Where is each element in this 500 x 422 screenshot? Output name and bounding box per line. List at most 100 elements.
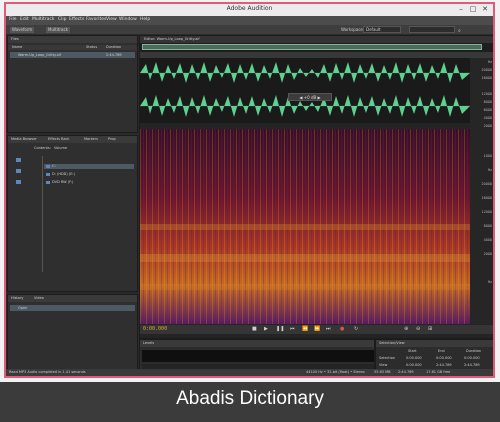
go-to-end-button[interactable]: ⏭ <box>326 326 331 332</box>
selection-end[interactable]: 0:00.000 <box>436 356 452 360</box>
view-end[interactable]: 2:44.789 <box>436 363 452 367</box>
status-duration: 2:44.789 <box>398 370 414 374</box>
multitrack-view-button[interactable]: Multitrack <box>46 27 70 33</box>
column-duration[interactable]: Duration <box>106 45 121 49</box>
media-browser-panel: Media Browser Effects Rack Markers Prop … <box>7 135 138 292</box>
scale-label: 1000 <box>483 154 492 158</box>
editor-panel: Editor: Warm-Up_Loop_Gritty.aif ◀ +0 dB … <box>139 35 493 339</box>
tab-selection-view[interactable]: Selection/View <box>379 341 405 345</box>
column-status[interactable]: Status <box>86 45 97 49</box>
menu-bar: File Edit Multitrack Clip Effects Favori… <box>6 16 493 25</box>
overview-bar[interactable] <box>140 43 493 52</box>
rewind-button[interactable]: ⏪ <box>302 326 308 332</box>
selection-duration[interactable]: 0:00.000 <box>464 356 480 360</box>
status-message: Read MP3 Audio completed in 1.41 seconds <box>9 370 86 374</box>
column-start: Start <box>408 349 417 353</box>
view-start[interactable]: 0:00.000 <box>406 363 422 367</box>
zoom-in-button[interactable]: ⊕ <box>404 326 408 332</box>
menu-clip[interactable]: Clip <box>58 17 67 22</box>
folder-icon <box>16 158 21 162</box>
tab-media-browser[interactable]: Media Browser <box>11 137 37 141</box>
title-bar: Adobe Audition – □ ✕ <box>6 4 493 16</box>
menu-file[interactable]: File <box>9 17 17 22</box>
minimize-button[interactable]: – <box>455 4 467 15</box>
scale-label: 12000 <box>481 210 493 214</box>
list-item[interactable]: D: (HDD) (E:) <box>52 172 75 176</box>
selection-start[interactable]: 0:00.000 <box>406 356 422 360</box>
spectral-display[interactable] <box>140 129 470 324</box>
tab-levels[interactable]: Levels <box>143 341 154 345</box>
frequency-scale: Hz 20000 16000 12000 8000 6000 4000 2000… <box>470 58 493 324</box>
scale-label: Hz <box>487 60 492 64</box>
selection-view-panel: Selection/View Start End Duration Select… <box>375 339 493 373</box>
drive-icon <box>46 165 50 168</box>
menu-effects[interactable]: Effects <box>69 17 84 22</box>
levels-panel: Levels <box>139 339 375 373</box>
time-display: 0:00.000 <box>143 326 168 332</box>
list-item[interactable]: C: <box>52 164 56 168</box>
tab-files[interactable]: Files <box>11 37 19 41</box>
menu-edit[interactable]: Edit <box>20 17 29 22</box>
fast-forward-button[interactable]: ⏩ <box>314 326 320 332</box>
workspace-label: Workspace: <box>341 27 365 32</box>
workspace-select[interactable]: Default <box>363 26 401 33</box>
contents-label: Contents: <box>34 146 51 150</box>
scale-label: Hz <box>487 168 492 172</box>
tab-effects-rack[interactable]: Effects Rack <box>48 137 69 141</box>
scale-label: 2000 <box>483 124 492 128</box>
menu-window[interactable]: Window <box>119 17 137 22</box>
editor-tab[interactable]: Editor: Warm-Up_Loop_Gritty.aif <box>144 37 200 41</box>
drive-icon <box>46 173 50 176</box>
zoom-out-button[interactable]: ⊖ <box>416 326 420 332</box>
waveform-view-button[interactable]: Waveform <box>10 27 35 33</box>
file-duration: 2:44.789 <box>106 53 122 57</box>
record-button[interactable]: ● <box>340 326 344 332</box>
search-help-input[interactable] <box>409 26 455 33</box>
search-icon[interactable]: ⌕ <box>458 28 461 34</box>
scale-label: 16000 <box>481 76 493 80</box>
column-duration: Duration <box>466 349 482 353</box>
maximize-button[interactable]: □ <box>467 4 479 15</box>
drive-icon <box>46 181 50 184</box>
tab-markers[interactable]: Markers <box>84 137 98 141</box>
pause-button[interactable]: ❚❚ <box>276 326 284 332</box>
app-window: Adobe Audition – □ ✕ File Edit Multitrac… <box>4 2 495 378</box>
loop-button[interactable]: ↻ <box>354 326 358 332</box>
contents-select[interactable]: Volume <box>54 146 67 150</box>
selection-row-label: Selection <box>379 356 396 360</box>
status-bar: Read MP3 Audio completed in 1.41 seconds… <box>6 369 493 376</box>
menu-multitrack[interactable]: Multitrack <box>32 17 54 22</box>
stop-button[interactable]: ■ <box>252 326 257 332</box>
menu-help[interactable]: Help <box>140 17 150 22</box>
scale-label: 20000 <box>481 68 493 72</box>
close-button[interactable]: ✕ <box>479 4 491 15</box>
menu-view[interactable]: View <box>106 17 117 22</box>
file-name: Warm-Up_Loop_Gritty.aif <box>18 53 62 57</box>
column-end: End <box>438 349 445 353</box>
hud-volume-control[interactable]: ◀ +0 dB ▶ <box>288 93 332 101</box>
list-item-selected[interactable] <box>44 164 134 169</box>
view-row-label: View <box>379 363 388 367</box>
history-row[interactable] <box>10 305 135 311</box>
scale-label: 20000 <box>481 182 493 186</box>
drive-icon <box>16 169 21 173</box>
play-button[interactable]: ▶ <box>264 326 268 332</box>
menu-favorites[interactable]: Favorites <box>86 17 106 22</box>
status-size: 55.63 MB <box>374 370 391 374</box>
waveform-display[interactable] <box>140 58 470 123</box>
tab-history[interactable]: History <box>11 296 23 300</box>
scale-label: 16000 <box>481 196 493 200</box>
go-to-start-button[interactable]: ⏮ <box>290 326 295 332</box>
watermark-caption: Abadis Dictionary <box>176 388 324 409</box>
tab-video[interactable]: Video <box>34 296 44 300</box>
scale-label: 4000 <box>483 238 492 242</box>
tab-properties[interactable]: Prop <box>108 137 116 141</box>
level-meter <box>142 350 374 362</box>
column-name[interactable]: Name <box>12 45 22 49</box>
list-item[interactable]: DVD RW (F:) <box>52 180 73 184</box>
app-title: Adobe Audition <box>226 5 273 12</box>
zoom-full-button[interactable]: ⊞ <box>428 326 432 332</box>
scale-label: 2000 <box>483 252 492 256</box>
view-duration[interactable]: 2:44.789 <box>464 363 480 367</box>
scale-label: 8000 <box>483 224 492 228</box>
